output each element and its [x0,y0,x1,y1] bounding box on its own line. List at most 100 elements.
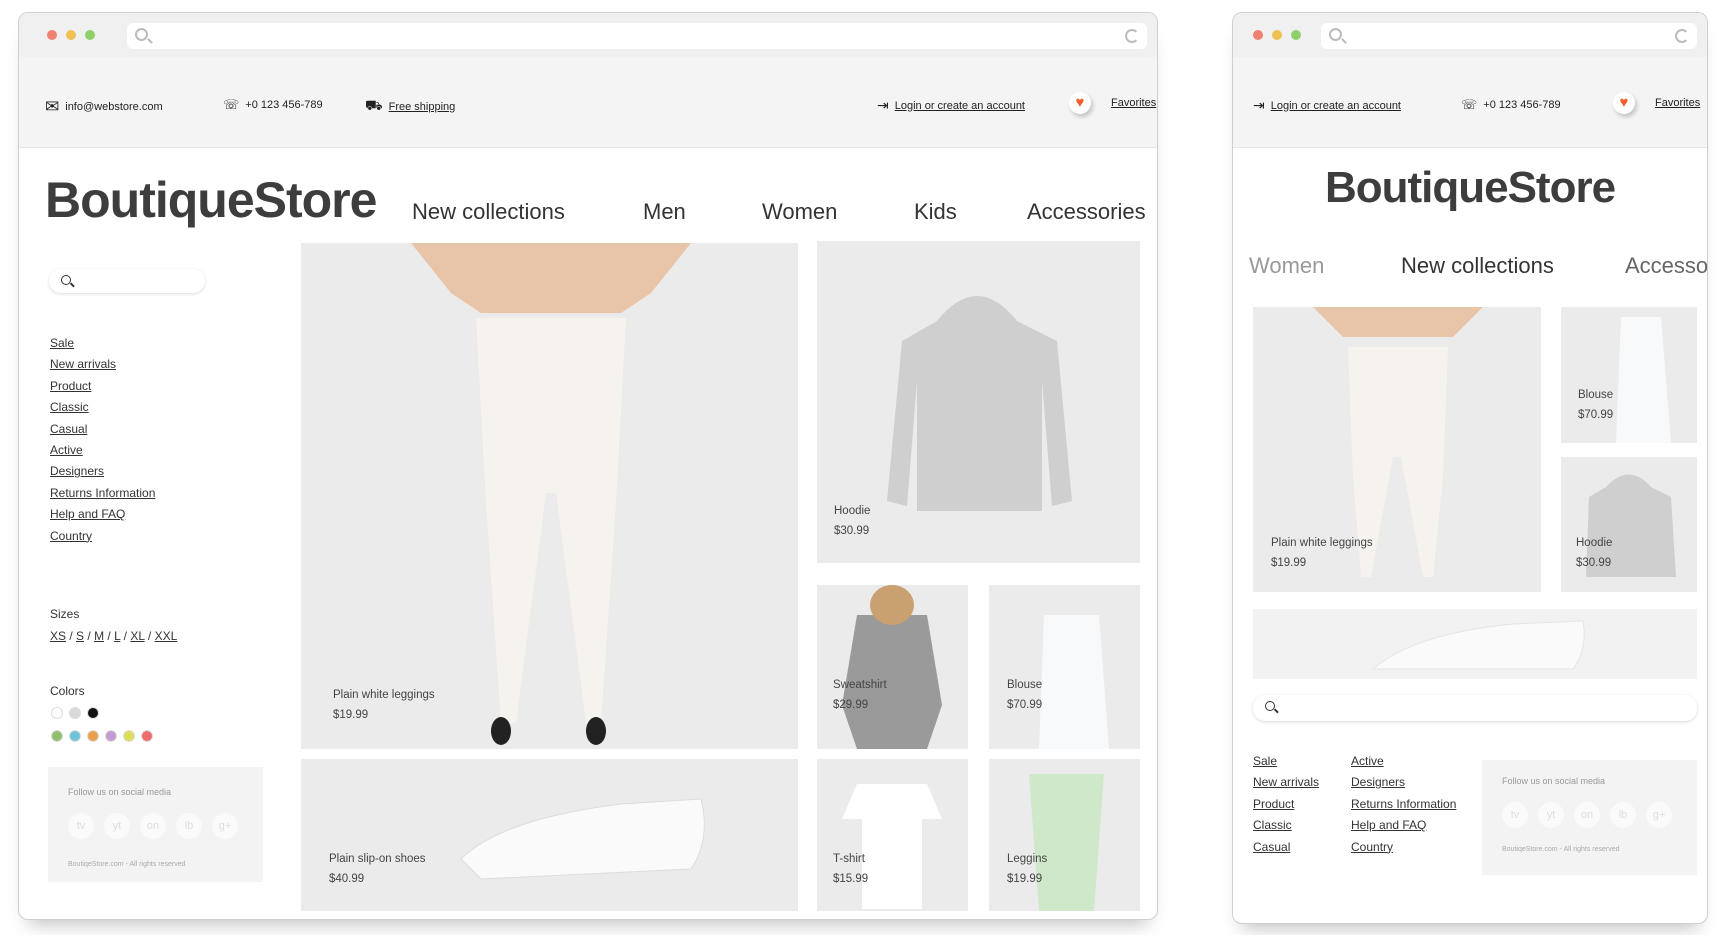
phone-link[interactable]: ☏ +0 123 456-789 [1461,97,1561,113]
maximize-dot[interactable] [85,30,95,40]
phone-link[interactable]: ☏ +0 123 456-789 [223,97,323,113]
nav-new-collections[interactable]: New collections [1401,253,1554,279]
footer-link-country[interactable]: Country [1351,837,1456,858]
linkedin-icon[interactable]: lb [176,813,202,839]
footer-link-sale[interactable]: Sale [1253,751,1319,772]
product-card-leggings[interactable]: Plain white leggings $19.99 [1253,307,1541,592]
truck-icon: ⛟ [365,97,383,113]
google-plus-icon[interactable]: g+ [1646,802,1672,828]
color-swatch[interactable] [69,707,81,719]
footer-link-designers[interactable]: Designers [1351,772,1456,793]
login-link[interactable]: ⇥ Login or create an account [1253,97,1401,114]
shipping-link[interactable]: ⛟ Free shipping [365,97,455,116]
nav-accessories[interactable]: Accessories [1625,253,1707,279]
login-link[interactable]: ⇥ Login or create an account [877,97,1025,114]
size-xs[interactable]: XS [50,629,66,643]
product-card-blouse[interactable]: Blouse $70.99 [1561,307,1697,443]
footer-link-returns[interactable]: Returns Information [1351,794,1456,815]
shoes-image [1371,620,1585,670]
color-swatch[interactable] [141,730,153,742]
footer-links-col-2: Active Designers Returns Information Hel… [1351,751,1456,858]
nav-new-collections[interactable]: New collections [412,199,565,225]
color-swatch[interactable] [51,730,63,742]
search-input[interactable] [1253,695,1697,721]
email-link[interactable]: ✉ info@webstore.com [45,97,163,117]
footer-link-new-arrivals[interactable]: New arrivals [1253,772,1319,793]
close-dot[interactable] [47,30,57,40]
browser-chrome [19,13,1157,57]
sidebar-link-product[interactable]: Product [50,376,155,397]
footer-link-active[interactable]: Active [1351,751,1456,772]
product-card-hoodie[interactable]: Hoodie $30.99 [817,241,1140,563]
size-xxl[interactable]: XXL [155,629,178,643]
minimize-dot[interactable] [66,30,76,40]
on-icon[interactable]: on [140,813,166,839]
product-card-hoodie[interactable]: Hoodie $30.99 [1561,457,1697,592]
nav-men[interactable]: Men [643,199,686,225]
close-dot[interactable] [1253,30,1263,40]
size-xl[interactable]: XL [130,629,144,643]
social-box: Follow us on social media tv yt on lb g+… [48,767,263,882]
product-card-tshirt[interactable]: T-shirt $15.99 [817,759,968,911]
on-icon[interactable]: on [1574,802,1600,828]
footer-link-casual[interactable]: Casual [1253,837,1319,858]
nav-kids[interactable]: Kids [914,199,957,225]
sidebar-link-new-arrivals[interactable]: New arrivals [50,354,155,375]
logo[interactable]: BoutiqueStore [1233,163,1707,213]
product-card-sweatshirt[interactable]: Sweatshirt $29.99 [817,585,968,749]
sidebar-link-country[interactable]: Country [50,526,155,547]
sidebar-link-sale[interactable]: Sale [50,333,155,354]
color-swatch[interactable] [87,707,99,719]
tv-icon[interactable]: tv [68,813,94,839]
reload-icon[interactable] [1125,29,1139,43]
footer-link-classic[interactable]: Classic [1253,815,1319,836]
product-card-blouse[interactable]: Blouse $70.99 [989,585,1140,749]
sidebar-link-help[interactable]: Help and FAQ [50,504,155,525]
google-plus-icon[interactable]: g+ [212,813,238,839]
color-swatch[interactable] [105,730,117,742]
social-box: Follow us on social media tv yt on lb g+… [1482,760,1697,875]
product-caption: Plain white leggings $19.99 [1271,537,1373,569]
footer-link-product[interactable]: Product [1253,794,1319,815]
size-l[interactable]: L [114,629,120,643]
nav-women[interactable]: Women [1249,253,1324,279]
youtube-icon[interactable]: yt [1538,802,1564,828]
color-swatch[interactable] [51,707,63,719]
product-card-leggings[interactable]: Plain white leggings $19.99 [301,243,798,749]
search-input[interactable] [49,269,205,293]
product-caption: Plain slip-on shoes $40.99 [329,853,426,885]
search-icon [1265,701,1275,711]
favorites-link[interactable]: ♥ Favorites [1613,92,1700,114]
favorites-link[interactable]: ♥ Favorites [1069,92,1156,114]
top-bar: ⇥ Login or create an account ☏ +0 123 456-… [1233,57,1707,148]
size-s[interactable]: S [76,629,84,643]
nav-accessories[interactable]: Accessories [1027,199,1146,225]
copyright: BoutiqeStore.com - All rights reserved [1502,846,1620,853]
product-caption: Sweatshirt $29.99 [833,679,887,711]
size-m[interactable]: M [94,629,104,643]
product-card-leggins[interactable]: Leggins $19.99 [989,759,1140,911]
color-swatch[interactable] [87,730,99,742]
linkedin-icon[interactable]: lb [1610,802,1636,828]
footer-link-help[interactable]: Help and FAQ [1351,815,1456,836]
address-bar[interactable] [127,23,1147,49]
sidebar-link-classic[interactable]: Classic [50,397,155,418]
browser-chrome [1233,13,1707,57]
product-card-shoes[interactable]: Plain slip-on shoes $40.99 [301,759,798,911]
nav-women[interactable]: Women [762,199,837,225]
color-swatches-row-1 [51,706,105,724]
color-swatch[interactable] [69,730,81,742]
minimize-dot[interactable] [1272,30,1282,40]
reload-icon[interactable] [1675,29,1689,43]
color-swatch[interactable] [123,730,135,742]
sidebar-link-designers[interactable]: Designers [50,461,155,482]
sidebar-link-active[interactable]: Active [50,440,155,461]
maximize-dot[interactable] [1291,30,1301,40]
product-card-shoes[interactable] [1253,609,1697,679]
address-bar[interactable] [1321,23,1697,49]
youtube-icon[interactable]: yt [104,813,130,839]
sidebar-link-returns[interactable]: Returns Information [50,483,155,504]
tv-icon[interactable]: tv [1502,802,1528,828]
sidebar-link-casual[interactable]: Casual [50,419,155,440]
logo[interactable]: BoutiqueStore [45,171,377,229]
